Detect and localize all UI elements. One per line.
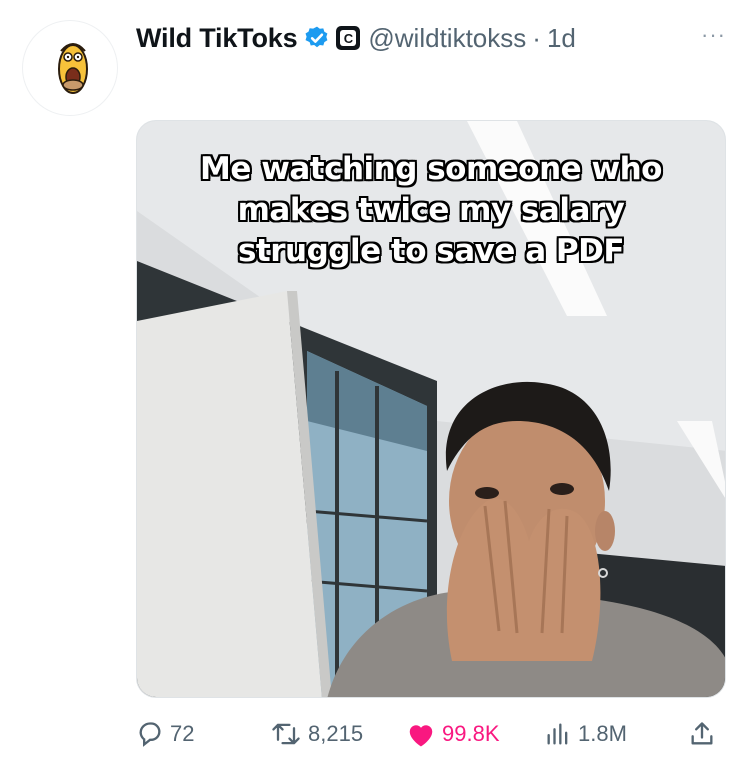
repost-count: 8,215 — [308, 721, 364, 746]
reply-count: 72 — [170, 721, 195, 746]
like-icon — [409, 725, 433, 747]
display-name[interactable]: Wild TikToks — [136, 23, 298, 54]
repost-icon — [272, 723, 300, 745]
share-button[interactable] — [688, 720, 716, 748]
separator-dot: · — [532, 22, 541, 53]
handle[interactable]: @wildtiktokss — [368, 23, 526, 54]
views-button[interactable]: 1.8M — [544, 720, 627, 748]
tweet-media[interactable]: Me watching someone who makes twice my s… — [136, 120, 726, 698]
reply-button[interactable]: 72 — [136, 720, 194, 748]
media-caption: Me watching someone who makes twice my s… — [200, 151, 662, 269]
like-count: 99.8K — [442, 721, 500, 746]
org-badge-icon[interactable]: C — [336, 26, 361, 50]
views-count: 1.8M — [578, 721, 627, 746]
repost-button[interactable]: 8,215 — [270, 720, 363, 748]
views-icon — [547, 723, 568, 745]
avatar-cartoon-icon — [58, 43, 88, 94]
avatar[interactable] — [22, 20, 118, 116]
more-icon[interactable]: ··· — [701, 22, 726, 48]
share-icon — [691, 722, 713, 745]
org-badge-letter: C — [340, 30, 357, 46]
like-button[interactable]: 99.8K — [406, 720, 500, 748]
reply-icon — [139, 722, 161, 747]
timestamp[interactable]: 1d — [547, 23, 576, 54]
verified-badge-icon[interactable] — [304, 25, 330, 51]
action-bar: 72 8,215 99.8K 1.8M — [136, 714, 726, 754]
tweet-header: Wild TikToks C @wildtiktokss · 1d ··· — [136, 20, 726, 56]
